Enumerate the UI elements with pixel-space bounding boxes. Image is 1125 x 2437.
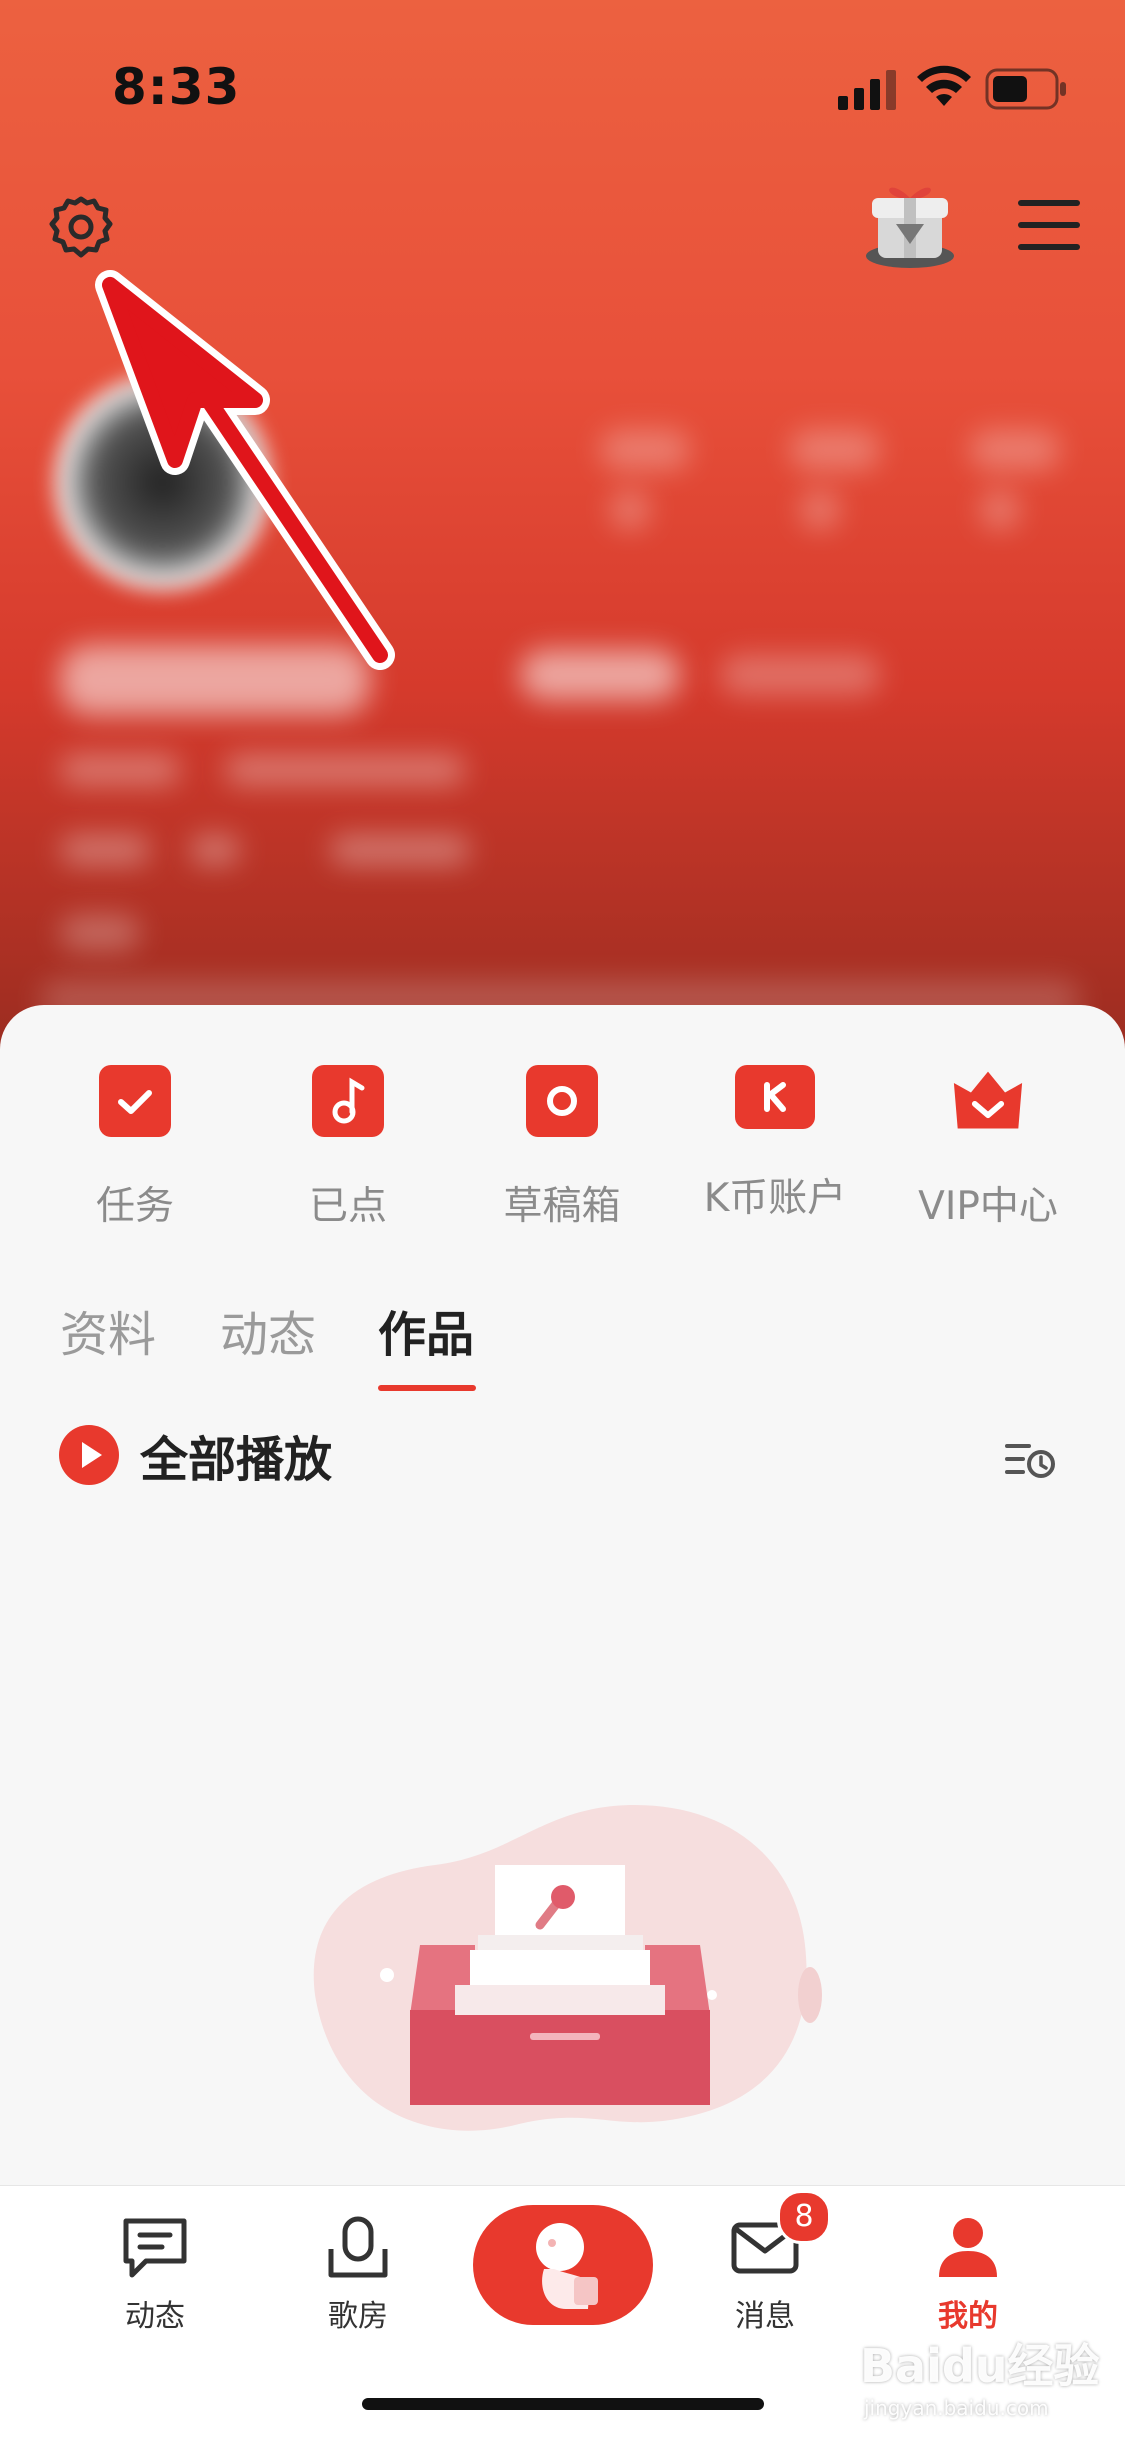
menu-icon[interactable]: [1018, 200, 1080, 250]
quick-action-k-coin[interactable]: K币账户: [675, 1065, 875, 1223]
person-icon: [939, 2218, 997, 2277]
status-time: 8:33: [112, 58, 241, 116]
home-indicator: [362, 2398, 764, 2410]
message-count-badge: 8: [777, 2190, 831, 2244]
quick-action-label: 草稿箱: [503, 1184, 621, 1229]
history-list-icon[interactable]: [1005, 1438, 1057, 1482]
watermark-text: Baidu经验: [860, 2339, 1100, 2393]
quick-action-label: VIP中心: [918, 1184, 1058, 1229]
quick-action-label: 已点: [308, 1184, 387, 1229]
quick-action-tasks[interactable]: 任务: [35, 1065, 235, 1231]
tab-works[interactable]: 作品: [378, 1295, 474, 1365]
vip-crown-icon: [952, 1065, 1024, 1137]
play-all-button[interactable]: 全部播放: [58, 1420, 332, 1490]
nav-item-feed[interactable]: 动态: [85, 2215, 225, 2335]
quick-action-vip[interactable]: VIP中心: [888, 1065, 1088, 1231]
quick-action-played[interactable]: 已点: [248, 1065, 448, 1231]
nav-item-me[interactable]: 我的: [898, 2215, 1038, 2335]
quick-action-label: 任务: [95, 1184, 174, 1229]
sing-mascot-icon: [536, 2223, 598, 2309]
play-all-label: 全部播放: [140, 1432, 333, 1488]
watermark-sub: jingyan.baidu.com: [864, 2396, 1049, 2420]
draft-box-icon: [526, 1065, 598, 1137]
nav-item-song-room[interactable]: 歌房: [288, 2215, 428, 2335]
empty-drafts-illustration: [313, 1805, 822, 2131]
annotation-arrow: [95, 270, 395, 670]
nav-sing-button[interactable]: [473, 2205, 653, 2325]
gift-icon[interactable]: [860, 178, 960, 273]
calendar-check-icon: [99, 1065, 171, 1137]
baidu-watermark: Baidu经验 jingyan.baidu.com: [860, 2330, 1100, 2420]
microphone-icon: [328, 2216, 388, 2278]
nav-label: 消息: [735, 2299, 795, 2334]
chat-icon: [123, 2218, 187, 2278]
nav-label: 歌房: [328, 2299, 388, 2334]
blurred-level-badge: [520, 650, 680, 700]
tab-activity[interactable]: 动态: [220, 1295, 316, 1365]
active-tab-indicator: [378, 1385, 476, 1391]
wifi-icon: [917, 65, 971, 106]
nav-label: 我的: [938, 2299, 998, 2334]
settings-gear-icon[interactable]: [46, 193, 116, 263]
cellular-signal-icon: [838, 70, 896, 110]
nav-label: 动态: [125, 2299, 185, 2334]
battery-icon: [985, 68, 1066, 110]
quick-action-label: K币账户: [703, 1176, 847, 1221]
play-circle-icon: [59, 1425, 119, 1485]
quick-action-drafts[interactable]: 草稿箱: [462, 1065, 662, 1231]
k-coin-wallet-icon: [735, 1065, 815, 1129]
music-note-icon: [312, 1065, 384, 1137]
tab-profile-info[interactable]: 资料: [60, 1295, 156, 1365]
